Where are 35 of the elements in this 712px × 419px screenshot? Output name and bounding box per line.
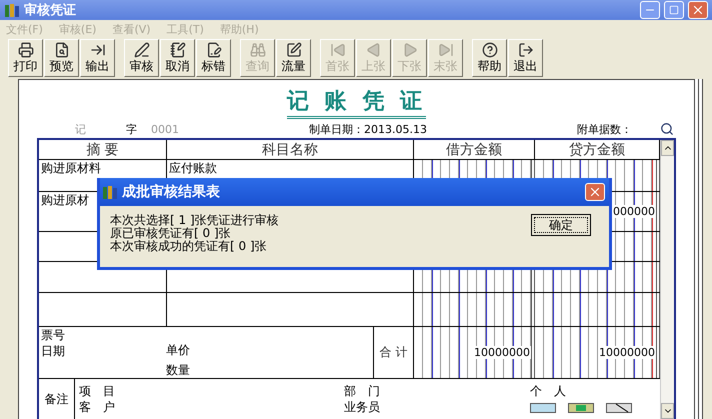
ok-button[interactable]: 确定 <box>531 214 591 236</box>
voucher-type-label: 字 <box>126 122 137 136</box>
credit-amount: 000000 <box>612 205 656 218</box>
toolbar-button[interactable]: 取消 <box>160 38 195 77</box>
window-title: 审核凭证 <box>24 2 77 20</box>
column-header: 科目名称 <box>167 140 414 159</box>
column-header: 摘 要 <box>39 140 167 159</box>
toolbar-button[interactable]: 流量 <box>276 38 311 77</box>
toolbar-button[interactable]: 标错 <box>196 38 231 77</box>
date-label: 日期 <box>41 343 66 359</box>
attachment-count-label: 附单据数： <box>576 122 632 136</box>
voucher-title: 记 账 凭 证 <box>287 86 426 118</box>
result-message: 本次审核成功的凭证有[ 0 ]张 <box>110 240 268 253</box>
salesperson-label: 业务员 <box>344 399 381 415</box>
voucher-date: 制单日期：2013.05.13 <box>309 122 427 136</box>
credit-total: 10000000 <box>598 346 656 359</box>
column-header: 借方金额 <box>414 140 535 159</box>
toolbar-button[interactable]: 退出 <box>508 38 543 77</box>
ticket-label: 票号 <box>41 327 66 343</box>
quantity-label: 数量 <box>166 362 191 378</box>
remarks-label: 备注 <box>39 379 75 419</box>
price-label: 单价 <box>166 342 191 358</box>
debit-total: 10000000 <box>473 346 531 359</box>
toolbar-button[interactable]: 预览 <box>44 38 79 77</box>
toolbar-button[interactable]: 打印 <box>8 38 43 77</box>
project-label: 项 目 <box>79 383 116 399</box>
toolbar-button[interactable]: 输出 <box>80 38 115 77</box>
customer-label: 客 户 <box>79 399 116 415</box>
department-label: 部 门 <box>344 383 381 399</box>
voucher-type: 记 <box>75 122 86 136</box>
voucher-number: 0001 <box>151 122 179 136</box>
toolbar-button[interactable]: 帮助 <box>472 38 507 77</box>
total-label: 合 计 <box>374 327 414 378</box>
toolbar-button[interactable]: 审核 <box>124 38 159 77</box>
person-label: 个 人 <box>530 383 567 399</box>
